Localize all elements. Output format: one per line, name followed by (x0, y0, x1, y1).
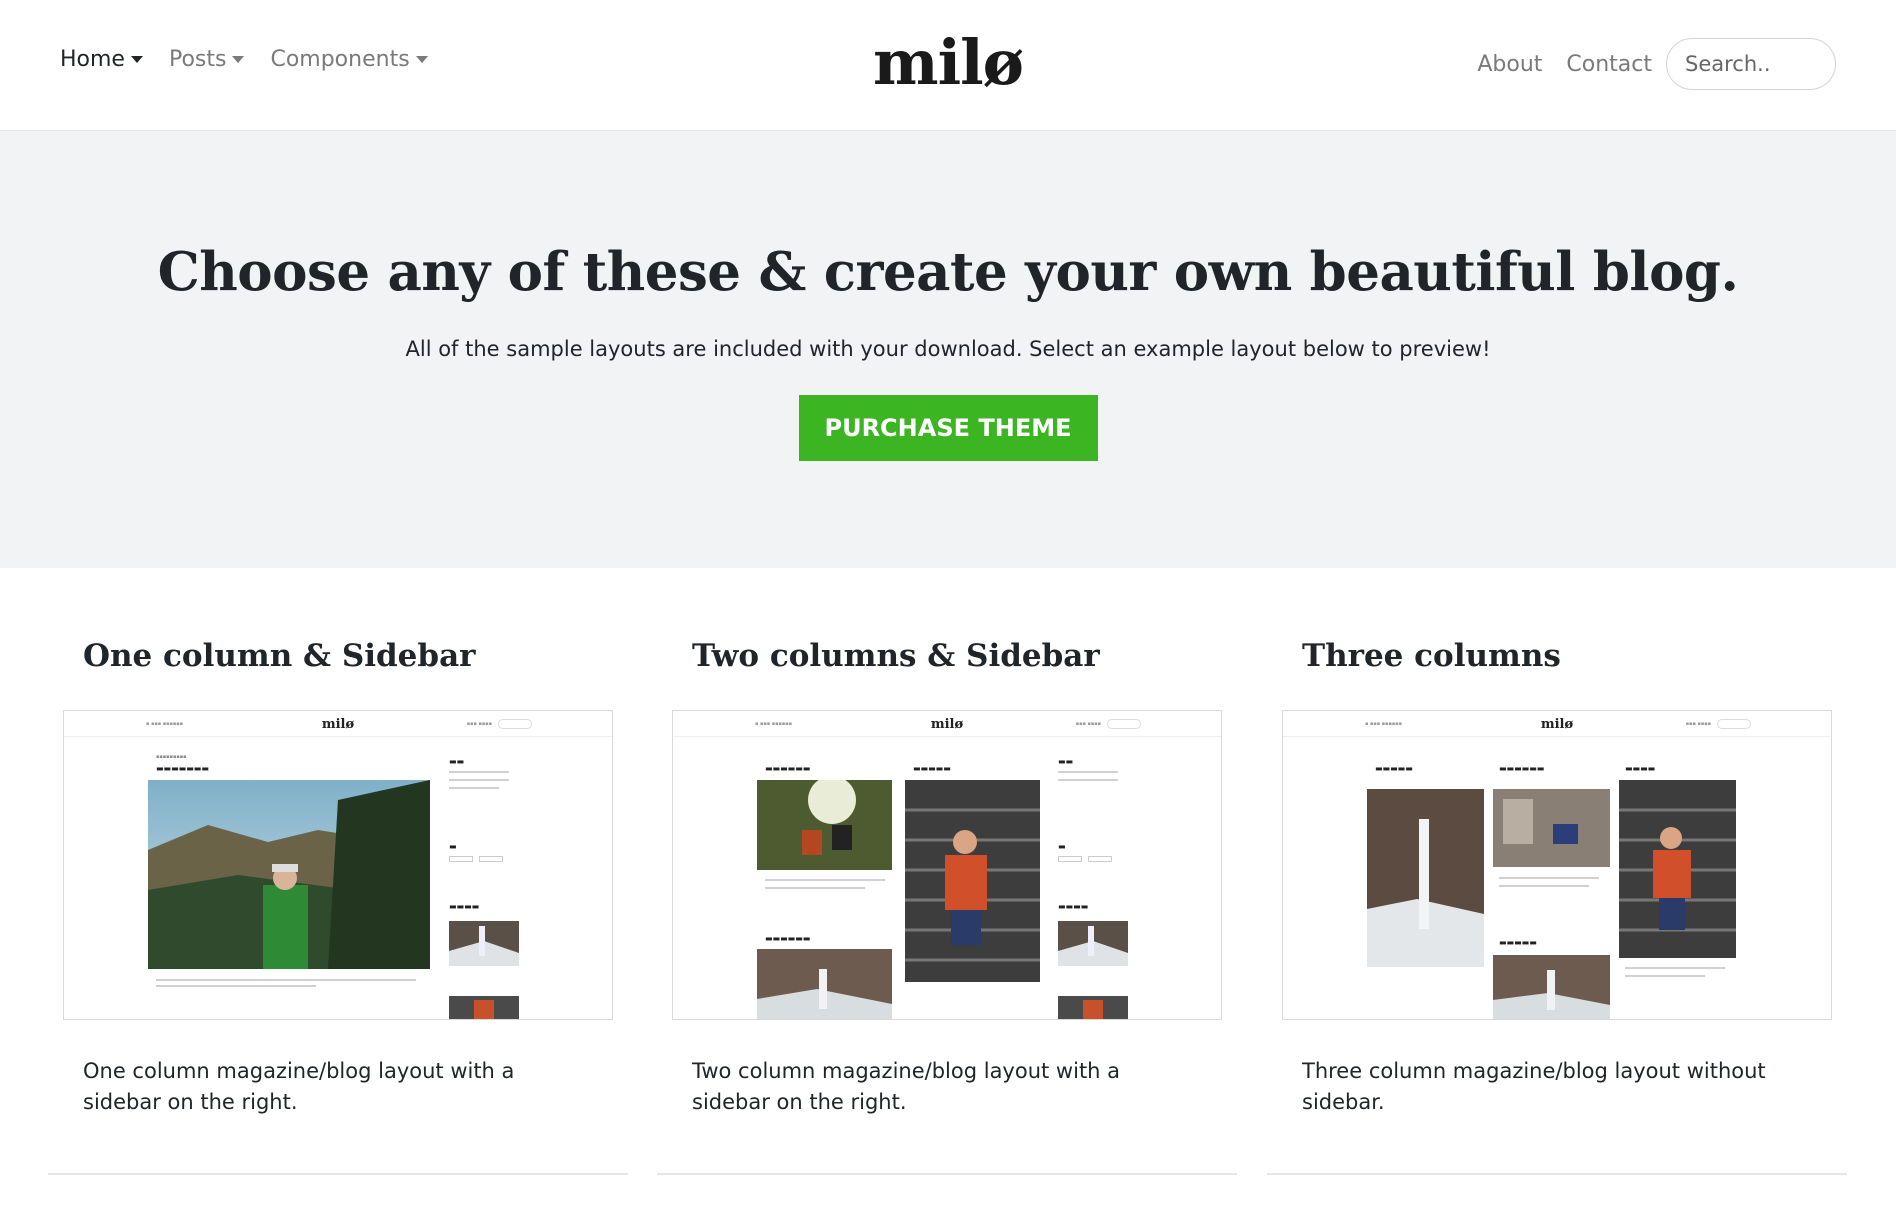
nav-about-link[interactable]: About (1477, 52, 1542, 77)
mini-nav-right: ▪▪▪ ▪▪▪▪ (1075, 721, 1101, 727)
caret-down-icon (415, 56, 428, 63)
brand-logo[interactable]: milø (873, 26, 1024, 99)
waterfall-thumb-photo (449, 921, 519, 966)
mini-text (156, 985, 316, 987)
mini-nav-right: ▪▪▪ ▪▪▪▪ (1685, 721, 1711, 727)
secondary-nav: About Contact (1477, 38, 1836, 90)
hero-title: Choose any of these & create your own be… (157, 241, 1739, 303)
mini-sidebar-tags: ▬ (449, 841, 457, 851)
canyon-photo (757, 949, 892, 1019)
mini-tag (1088, 856, 1112, 862)
nav-home-dropdown[interactable]: Home (60, 47, 143, 72)
mini-navbar: ▪ ▪▪▪ ▪▪▪▪▪▪ milø ▪▪▪ ▪▪▪▪ (673, 711, 1221, 737)
mini-navbar: ▪ ▪▪▪ ▪▪▪▪▪▪ milø ▪▪▪ ▪▪▪▪ (1283, 711, 1831, 737)
mini-text (1058, 771, 1118, 773)
mini-meta: ▪▪▪▪▪▪▪▪▪ (156, 754, 187, 760)
card-title[interactable]: Three columns (1302, 638, 1561, 674)
card-divider (1267, 1173, 1847, 1175)
mini-text (1058, 779, 1118, 781)
mini-tag (1058, 856, 1082, 862)
nav-contact-link[interactable]: Contact (1566, 52, 1652, 77)
mini-heading: ▬▬▬▬▬ (1499, 937, 1537, 947)
building-feet-photo (1493, 789, 1610, 867)
caret-down-icon (130, 56, 143, 63)
search-input[interactable] (1666, 38, 1836, 90)
card-description: Three column magazine/blog layout withou… (1302, 1059, 1766, 1114)
mini-text (449, 787, 499, 789)
hero-subtitle: All of the sample layouts are included w… (405, 337, 1491, 361)
mini-text (765, 879, 885, 881)
nav-posts-label: Posts (168, 47, 227, 72)
mini-search (1107, 719, 1141, 729)
nav-posts-dropdown[interactable]: Posts (169, 47, 245, 72)
layout-preview-image[interactable]: ▪ ▪▪▪ ▪▪▪▪▪▪ milø ▪▪▪ ▪▪▪▪ ▬▬▬▬▬▬ ▬▬▬▬▬▬… (672, 710, 1222, 1020)
stairs-thumb-photo (1058, 996, 1128, 1019)
mini-sidebar-tags: ▬ (1058, 841, 1066, 851)
mini-heading: ▬▬▬▬ (1625, 763, 1656, 773)
stairs-thumb-photo (449, 996, 519, 1019)
stairs-woman-photo (1619, 780, 1736, 958)
mini-heading: ▬▬▬▬▬ (913, 763, 951, 773)
primary-nav: Home Posts Components (60, 47, 428, 72)
mini-heading: ▬▬▬▬▬▬ (765, 763, 811, 773)
mini-sidebar-about: ▬▬ (449, 756, 465, 766)
mini-heading: ▬▬▬▬▬ (1375, 763, 1413, 773)
mini-heading: ▬▬▬▬▬▬ (765, 933, 811, 943)
card-title[interactable]: One column & Sidebar (83, 638, 476, 674)
purchase-theme-button[interactable]: PURCHASE THEME (798, 395, 1098, 461)
canyon-photo (1493, 955, 1610, 1019)
waterfall-thumb-photo (1058, 921, 1128, 966)
mini-text (1625, 975, 1705, 977)
mini-text (1499, 885, 1589, 887)
mini-text (1499, 877, 1599, 879)
mini-search (498, 719, 532, 729)
mini-sidebar-popular: ▬▬▬▬ (449, 901, 480, 911)
mini-sidebar-popular: ▬▬▬▬ (1058, 901, 1089, 911)
mini-text (156, 979, 416, 981)
mini-text (449, 771, 509, 773)
mini-search (1717, 719, 1751, 729)
landscape-hiker-photo (148, 780, 430, 969)
layout-cards: One column & Sidebar ▪ ▪▪▪ ▪▪▪▪▪▪ milø ▪… (0, 568, 1896, 1208)
mini-sidebar-about: ▬▬ (1058, 756, 1074, 766)
forest-feet-photo (757, 780, 892, 870)
card-description: One column magazine/blog layout with a s… (83, 1059, 515, 1114)
mini-tag (479, 856, 503, 862)
mini-heading: ▬▬▬▬▬▬▬ (156, 763, 209, 773)
mini-text (1625, 967, 1725, 969)
nav-home-label: Home (60, 47, 125, 72)
stairs-woman-photo (905, 780, 1040, 982)
card-title[interactable]: Two columns & Sidebar (692, 638, 1100, 674)
mini-navbar: ▪ ▪▪▪ ▪▪▪▪▪▪ milø ▪▪▪ ▪▪▪▪ (64, 711, 612, 737)
card-divider (48, 1173, 628, 1175)
nav-components-dropdown[interactable]: Components (270, 47, 428, 72)
card-description: Two column magazine/blog layout with a s… (692, 1059, 1121, 1114)
layout-preview-image[interactable]: ▪ ▪▪▪ ▪▪▪▪▪▪ milø ▪▪▪ ▪▪▪▪ ▪▪▪▪▪▪▪▪▪ ▬▬▬… (63, 710, 613, 1020)
layout-preview-image[interactable]: ▪ ▪▪▪ ▪▪▪▪▪▪ milø ▪▪▪ ▪▪▪▪ ▬▬▬▬▬ ▬▬▬▬▬▬ … (1282, 710, 1832, 1020)
mini-text (449, 779, 509, 781)
mini-nav-right: ▪▪▪ ▪▪▪▪ (466, 721, 492, 727)
mini-text (765, 887, 865, 889)
caret-down-icon (232, 56, 245, 63)
card-divider (657, 1173, 1237, 1175)
waterfall-photo (1367, 789, 1484, 967)
mini-heading: ▬▬▬▬▬▬ (1499, 763, 1545, 773)
hero-section: Choose any of these & create your own be… (0, 131, 1896, 568)
mini-tag (449, 856, 473, 862)
navbar: Home Posts Components milø About Contact (0, 0, 1896, 131)
nav-components-label: Components (270, 47, 410, 72)
